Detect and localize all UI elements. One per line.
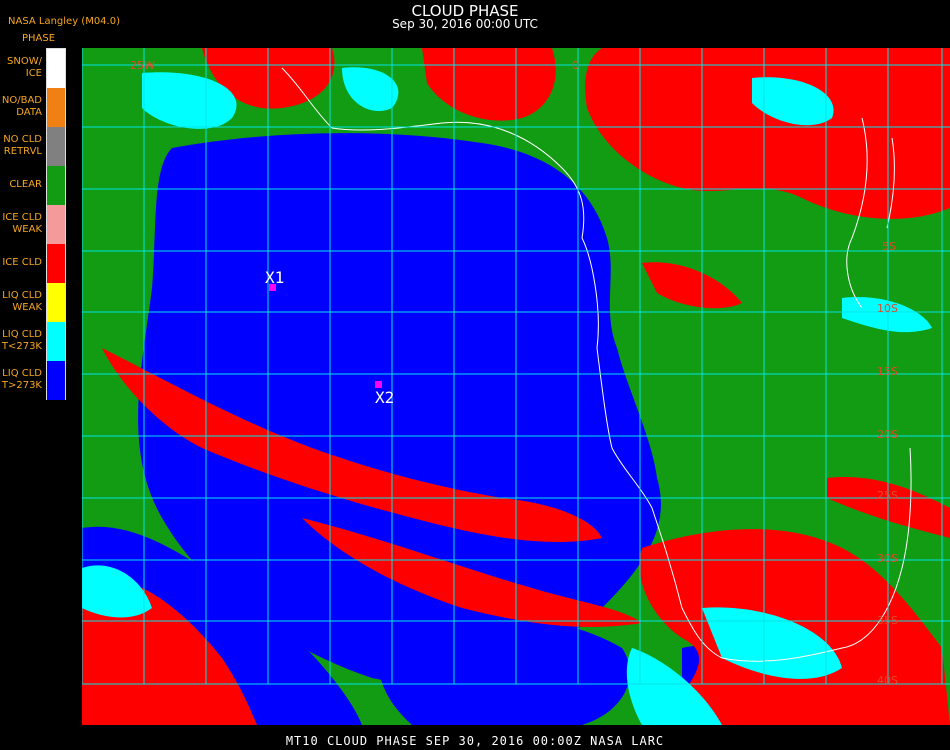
cloud-phase-map: 25W 0 5S 10S 15S 20S 25S 30S 35S 40S X1 … xyxy=(82,48,950,725)
marker-x2-dot xyxy=(375,381,382,388)
marker-x2-label: X2 xyxy=(375,388,394,407)
legend-label: LIQ CLD T<273K xyxy=(1,328,42,352)
legend-title: PHASE xyxy=(22,33,56,44)
lat-label-30s: 30S xyxy=(877,552,898,565)
lat-label-15s: 15S xyxy=(877,365,898,378)
legend-swatch xyxy=(47,166,65,205)
legend-swatch xyxy=(47,205,65,244)
legend-swatch xyxy=(47,283,65,322)
lat-label-35s: 35S xyxy=(877,614,898,627)
footer-caption: MT10 CLOUD PHASE SEP 30, 2016 00:00Z NAS… xyxy=(285,734,665,748)
legend-label: CLEAR xyxy=(9,178,42,190)
legend-swatch xyxy=(47,88,65,127)
legend-label: LIQ CLD WEAK xyxy=(2,289,42,313)
lat-label-40s: 40S xyxy=(877,674,898,687)
legend-swatch xyxy=(47,127,65,166)
legend-label: ICE CLD WEAK xyxy=(2,211,42,235)
legend-label: NO CLD RETRVL xyxy=(3,133,42,157)
lon-label-25w: 25W xyxy=(130,59,155,72)
lon-label-0: 0 xyxy=(572,59,579,72)
legend-label: NO/BAD DATA xyxy=(1,94,42,118)
marker-x1-label: X1 xyxy=(265,268,284,287)
legend-swatch xyxy=(47,322,65,361)
legend-swatch xyxy=(47,49,65,88)
lat-label-10s: 10S xyxy=(877,302,898,315)
legend-swatch xyxy=(47,244,65,283)
timestamp: Sep 30, 2016 00:00 UTC xyxy=(392,17,538,31)
lat-label-5s: 5S xyxy=(882,240,896,253)
legend-label: ICE CLD xyxy=(2,256,42,268)
legend-label: SNOW/ ICE xyxy=(7,55,42,79)
legend-swatch xyxy=(47,361,65,400)
legend-colorbar xyxy=(46,48,66,400)
lat-label-25s: 25S xyxy=(877,489,898,502)
legend-label: LIQ CLD T>273K xyxy=(1,367,42,391)
lat-label-20s: 20S xyxy=(877,428,898,441)
